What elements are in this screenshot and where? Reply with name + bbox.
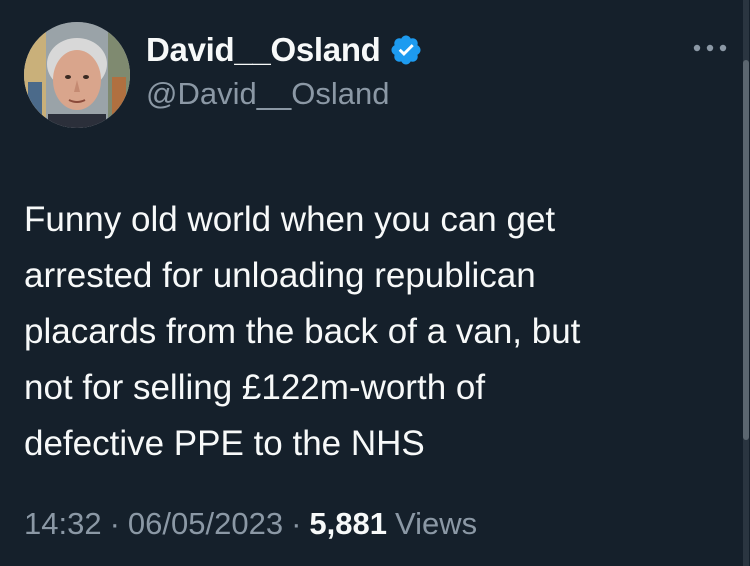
author-display-name[interactable]: David__Osland [146,31,381,69]
meta-separator: · [109,506,120,541]
author-name-row: David__Osland [146,30,423,70]
avatar[interactable] [24,22,130,128]
author-handle[interactable]: @David__Osland [146,76,389,112]
avatar-image [24,22,130,128]
verified-badge-icon [389,33,423,67]
tweet-meta: 14:32 · 06/05/2023 · 5,881 Views [24,506,477,542]
meta-separator: · [291,506,302,541]
more-options-button[interactable] [690,36,730,60]
views-label: Views [394,506,478,541]
tweet-text-line: placards from the back of a van, but [24,312,581,351]
tweet-text-line: Funny old world when you can get [24,200,556,239]
more-horizontal-icon [693,44,727,52]
tweet-text-line: arrested for unloading republican [24,256,536,295]
scrollbar-thumb[interactable] [743,60,749,440]
tweet-date[interactable]: 06/05/2023 [128,506,283,542]
tweet-time[interactable]: 14:32 [24,506,102,542]
views-count[interactable]: 5,881 [309,506,387,542]
tweet-text-line: defective PPE to the NHS [24,424,425,463]
scrollbar[interactable] [743,0,749,566]
tweet-card: David__Osland @David__Osland Funny old w… [0,0,750,566]
tweet-text: Funny old world when you can get arreste… [24,192,724,472]
tweet-text-line: not for selling £122m-worth of [24,368,486,407]
